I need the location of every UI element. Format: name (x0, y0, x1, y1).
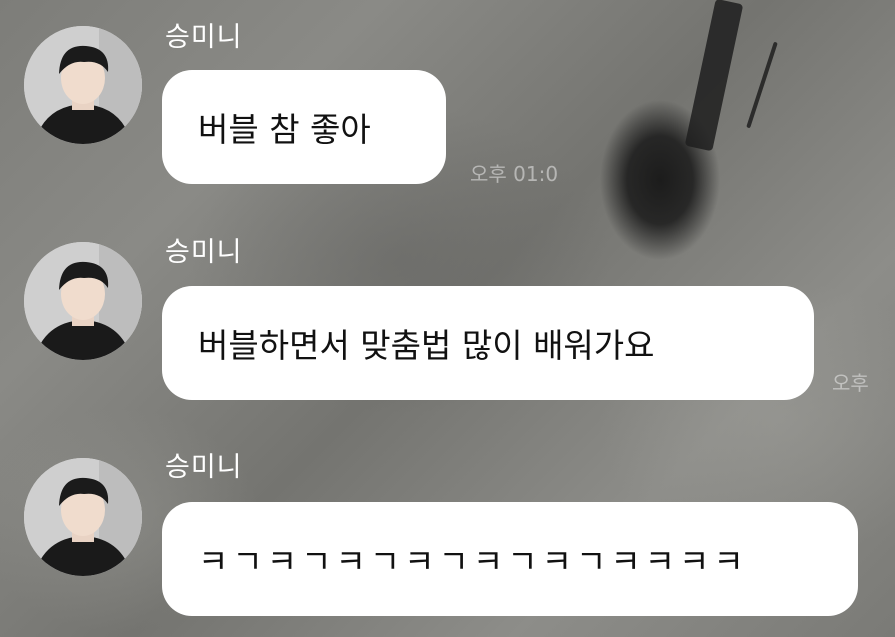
sender-name: 승미니 (165, 22, 243, 53)
message-bubble[interactable]: 버블 참 좋아 (162, 70, 446, 184)
message-bubble[interactable]: 버블하면서 맞춤법 많이 배워가요 (162, 286, 814, 400)
profile-photo (24, 458, 142, 576)
profile-photo (24, 26, 142, 144)
message-timestamp: 오후 (832, 371, 869, 395)
sender-name: 승미니 (165, 452, 243, 483)
message-row: 승미니 버블하면서 맞춤법 많이 배워가요 오후 (0, 215, 895, 415)
sender-name: 승미니 (165, 237, 243, 268)
message-row: 승미니 ㅋㄱㅋㄱㅋㄱㅋㄱㅋㄱㅋㄱㅋㅋㅋㅋ (0, 436, 895, 637)
message-bubble[interactable]: ㅋㄱㅋㄱㅋㄱㅋㄱㅋㄱㅋㄱㅋㅋㅋㅋ (162, 502, 858, 616)
avatar[interactable] (24, 242, 142, 360)
profile-photo (24, 242, 142, 360)
message-timestamp: 오후 01:0 (470, 162, 559, 186)
message-row: 승미니 버블 참 좋아 오후 01:0 (0, 0, 895, 200)
avatar[interactable] (24, 458, 142, 576)
avatar[interactable] (24, 26, 142, 144)
